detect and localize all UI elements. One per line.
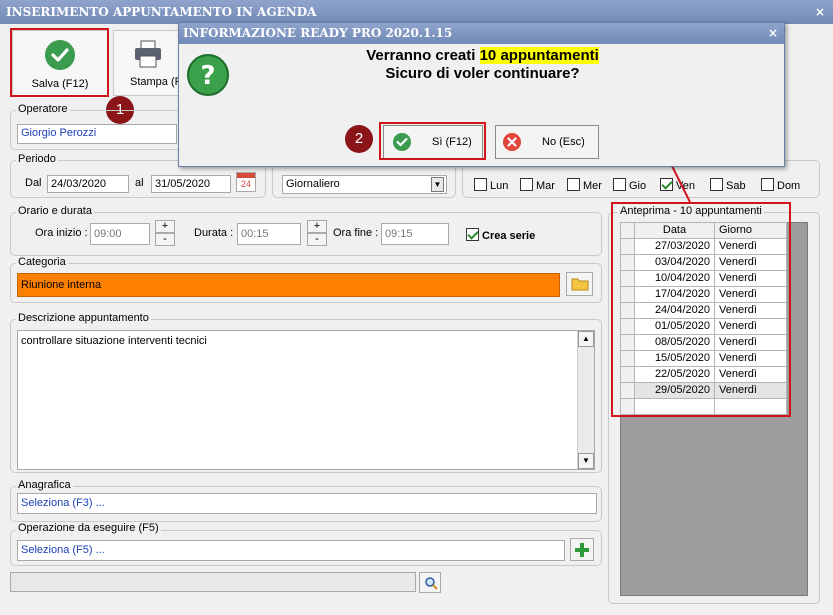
ora-inizio-stepper[interactable]: + - — [155, 220, 175, 246]
descrizione-label: Descrizione appuntamento — [16, 312, 151, 324]
cancel-circle-icon — [503, 133, 521, 151]
descrizione-textarea[interactable]: controllare situazione interventi tecnic… — [17, 330, 595, 470]
day-mer-label: Mer — [583, 180, 602, 192]
descrizione-text: controllare situazione interventi tecnic… — [21, 335, 207, 347]
ora-inizio-minus-button[interactable]: - — [155, 233, 175, 246]
day-lun[interactable]: Lun — [474, 178, 508, 192]
dialog-message-highlight: 10 appuntamenti — [479, 47, 599, 64]
anagrafica-label: Anagrafica — [16, 479, 73, 491]
al-label: al — [135, 177, 144, 189]
ora-fine-field[interactable]: 09:15 — [381, 223, 449, 245]
frequenza-value: Giornaliero — [286, 178, 340, 190]
print-button-label: Stampa (F — [130, 76, 182, 88]
ora-inizio-label: Ora inizio : — [35, 227, 88, 239]
dialog-title: INFORMAZIONE READY PRO 2020.1.15 — [183, 26, 453, 40]
day-gio[interactable]: Gio — [613, 178, 646, 192]
dialog-message-line1: Verranno creati 10 appuntamenti — [179, 47, 786, 64]
yes-highlight-box — [379, 122, 486, 160]
print-button[interactable]: Stampa (F — [113, 30, 183, 96]
operatore-field[interactable]: Giorgio Perozzi — [17, 124, 177, 144]
day-gio-checkbox[interactable] — [613, 178, 626, 191]
day-dom-checkbox[interactable] — [761, 178, 774, 191]
orario-label: Orario e durata — [16, 205, 94, 217]
day-sab-label: Sab — [726, 180, 746, 192]
day-mar[interactable]: Mar — [520, 178, 555, 192]
day-mar-label: Mar — [536, 180, 555, 192]
no-button[interactable]: No (Esc) — [495, 125, 599, 159]
durata-stepper[interactable]: + - — [307, 220, 327, 246]
search-icon — [425, 577, 438, 590]
operatore-label: Operatore — [16, 103, 70, 115]
day-sab-checkbox[interactable] — [710, 178, 723, 191]
step-badge-2: 2 — [345, 125, 373, 153]
dal-date-field[interactable]: 24/03/2020 — [47, 175, 129, 193]
durata-field[interactable]: 00:15 — [237, 223, 301, 245]
plus-icon — [575, 543, 589, 557]
scroll-down-icon[interactable]: ▼ — [578, 453, 594, 469]
operazione-label: Operazione da eseguire (F5) — [16, 522, 161, 534]
dialog-message-line2: Sicuro di voler continuare? — [385, 65, 580, 82]
crea-serie-label: Crea serie — [482, 230, 536, 242]
ora-inizio-plus-button[interactable]: + — [155, 220, 175, 233]
categoria-label: Categoria — [16, 256, 68, 268]
calendar-icon[interactable]: 24 — [236, 172, 256, 192]
folder-button[interactable] — [566, 272, 593, 296]
dialog-close-button[interactable]: × — [768, 23, 778, 44]
day-ven-label: Ven — [676, 180, 695, 192]
frequenza-select[interactable]: Giornaliero ▼ — [282, 175, 447, 194]
dal-label: Dal — [25, 177, 42, 189]
crea-serie[interactable]: Crea serie — [466, 228, 535, 242]
anagrafica-field[interactable]: Seleziona (F3) ... — [17, 493, 597, 514]
day-mer[interactable]: Mer — [567, 178, 602, 192]
anteprima-highlight-box — [611, 202, 791, 417]
day-lun-label: Lun — [490, 180, 509, 192]
operazione-field[interactable]: Seleziona (F5) ... — [17, 540, 565, 561]
day-sab[interactable]: Sab — [710, 178, 746, 192]
confirm-dialog: INFORMAZIONE READY PRO 2020.1.15 × ? Ver… — [178, 22, 785, 167]
window-close-button[interactable]: × — [815, 0, 825, 24]
categoria-field[interactable]: Riunione interna — [17, 273, 560, 297]
crea-serie-checkbox[interactable] — [466, 228, 479, 241]
descrizione-scrollbar[interactable]: ▲ ▼ — [577, 331, 594, 469]
add-operazione-button[interactable] — [570, 538, 594, 561]
window-titlebar: INSERIMENTO APPUNTAMENTO IN AGENDA × — [0, 0, 833, 24]
day-dom[interactable]: Dom — [761, 178, 800, 192]
dialog-message-prefix: Verranno creati — [366, 47, 480, 64]
ora-inizio-field[interactable]: 09:00 — [90, 223, 150, 245]
scroll-up-icon[interactable]: ▲ — [578, 331, 594, 347]
ora-fine-label: Ora fine : — [333, 227, 379, 239]
folder-icon — [571, 278, 589, 291]
day-mar-checkbox[interactable] — [520, 178, 533, 191]
durata-minus-button[interactable]: - — [307, 233, 327, 246]
printer-icon — [135, 40, 161, 68]
periodo-label: Periodo — [16, 153, 58, 165]
status-field[interactable] — [10, 572, 416, 592]
day-ven[interactable]: Ven — [660, 178, 695, 192]
search-button[interactable] — [419, 572, 441, 593]
calendar-icon-day: 24 — [240, 179, 251, 189]
al-date-field[interactable]: 31/05/2020 — [151, 175, 231, 193]
dialog-titlebar: INFORMAZIONE READY PRO 2020.1.15 × — [179, 23, 784, 44]
chevron-down-icon: ▼ — [431, 177, 444, 192]
day-gio-label: Gio — [629, 180, 647, 192]
durata-plus-button[interactable]: + — [307, 220, 327, 233]
day-ven-checkbox[interactable] — [660, 178, 673, 191]
no-button-label: No (Esc) — [542, 136, 585, 148]
save-highlight-box — [10, 28, 109, 97]
day-mer-checkbox[interactable] — [567, 178, 580, 191]
window-title: INSERIMENTO APPUNTAMENTO IN AGENDA — [6, 5, 317, 19]
day-dom-label: Dom — [777, 180, 801, 192]
durata-label: Durata : — [194, 227, 234, 239]
day-lun-checkbox[interactable] — [474, 178, 487, 191]
